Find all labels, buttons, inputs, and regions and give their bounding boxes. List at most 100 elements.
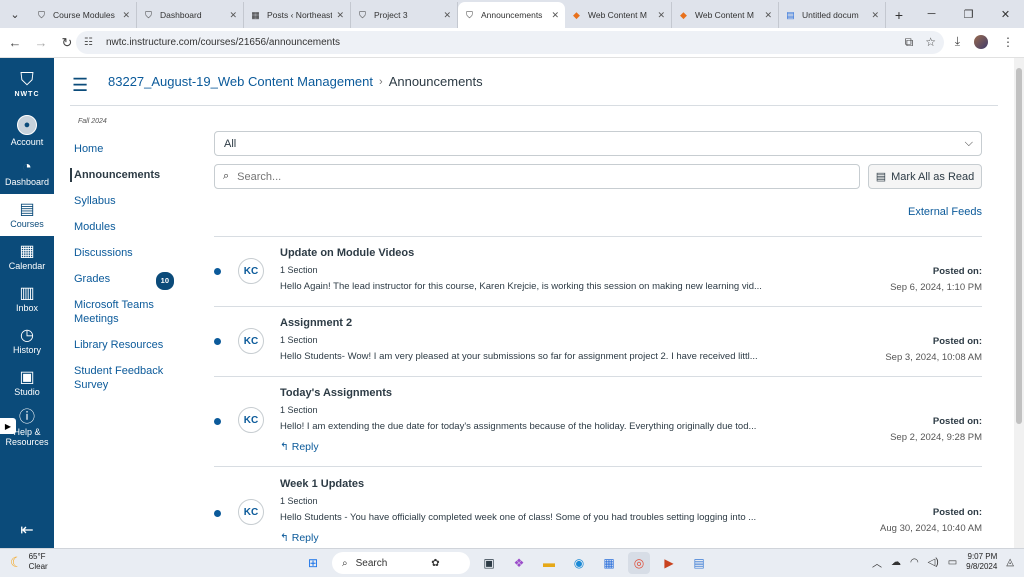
browser-tab-3[interactable]: ⛉ Project 3 ✕ [351,2,458,28]
announcement-row[interactable]: KC Today's Assignments 1 Section Hello! … [214,387,982,465]
canvas-icon: ⛉ [38,9,45,20]
hamburger-menu-icon[interactable]: ☰ [72,75,90,96]
tab-search-icon[interactable]: ⌄ [0,0,30,28]
author-avatar: KC [238,328,264,354]
profile-avatar[interactable] [974,34,988,49]
url-field[interactable]: ☷ nwtc.instructure.com/courses/21656/ann… [76,31,944,54]
course-nav-modules[interactable]: Modules [70,220,190,234]
notification-bell-icon[interactable]: ◬ [1006,557,1014,568]
menu-kebab-icon[interactable]: ⋮ [1002,35,1014,49]
global-nav-dashboard[interactable]: ◔ Dashboard [0,152,54,194]
course-nav-syllabus[interactable]: Syllabus [70,194,190,208]
windows-start-icon[interactable]: ⊞ [302,552,324,574]
battery-icon[interactable]: ▭ [948,557,957,568]
close-icon[interactable]: ✕ [551,10,559,21]
volume-icon[interactable]: ◁) [928,557,939,568]
announcement-sections: 1 Section [280,335,318,345]
browser-tab-0[interactable]: ⛉ Course Modules ✕ [30,2,137,28]
author-avatar: KC [238,258,264,284]
edge-icon[interactable]: ◉ [568,552,590,574]
close-icon[interactable]: ✕ [871,10,879,21]
page-scrollbar[interactable] [1014,58,1024,548]
close-icon[interactable]: ✕ [336,10,344,21]
taskbar-search[interactable]: ⌕ Search ✿ [332,552,470,574]
course-nav-feedback[interactable]: Student Feedback Survey [70,364,190,392]
chrome-icon[interactable]: ◎ [628,552,650,574]
store-icon[interactable]: ▦ [598,552,620,574]
search-input[interactable] [237,170,798,183]
canvas-icon: ⛉ [359,9,366,20]
course-nav-discussions[interactable]: Discussions [70,246,190,260]
announcement-row[interactable]: KC Assignment 2 1 Section Hello Students… [214,317,982,375]
browser-tab-2[interactable]: ▦ Posts ‹ Northeast ✕ [244,2,351,28]
course-nav-library[interactable]: Library Resources [70,338,190,352]
list-divider [214,306,982,307]
browser-tab-6[interactable]: ◆ Web Content M ✕ [672,2,779,28]
browser-tab-4[interactable]: ⛉ Announcements ✕ [458,2,565,28]
global-nav-inbox[interactable]: ▥ Inbox [0,278,54,320]
back-icon[interactable]: ← [2,30,28,56]
bookmark-star-icon[interactable]: ☆ [925,35,936,50]
announcement-row[interactable]: KC Update on Module Videos 1 Section Hel… [214,247,982,305]
announcement-title[interactable]: Week 1 Updates [280,478,364,490]
close-icon[interactable]: ✕ [229,10,237,21]
announcement-title[interactable]: Today's Assignments [280,387,392,399]
announcement-message: Hello Students- Wow! I am very pleased a… [280,351,758,362]
announcement-title[interactable]: Update on Module Videos [280,247,414,259]
course-nav-announcements[interactable]: Announcements [70,168,190,182]
wifi-icon[interactable]: ◠ [910,557,919,568]
install-icon[interactable]: ⧉ [905,35,914,50]
unread-dot-icon [214,338,221,345]
file-explorer-icon[interactable]: ▬ [538,552,560,574]
author-avatar: KC [238,499,264,525]
courses-icon: ▤ [19,201,35,218]
browser-tab-1[interactable]: ⛉ Dashboard ✕ [137,2,244,28]
close-icon[interactable]: ✕ [764,10,772,21]
site-info-icon[interactable]: ☷ [84,37,98,48]
collapse-nav-icon[interactable]: ⇤ [0,520,54,540]
weather-widget[interactable]: ☾ 65°F Clear [10,552,48,572]
copilot-icon[interactable]: ❖ [508,552,530,574]
new-tab-button[interactable]: + [886,2,912,28]
external-feeds-link[interactable]: External Feeds [908,206,982,218]
mark-all-read-button[interactable]: ▤ Mark All as Read [868,164,982,189]
announcement-sections: 1 Section [280,265,318,275]
close-icon[interactable]: ✕ [122,10,130,21]
global-nav-courses[interactable]: ▤ Courses [0,194,54,236]
course-nav-home[interactable]: Home [70,142,190,156]
download-icon[interactable]: ⤓ [955,34,960,49]
forward-icon[interactable]: → [28,30,54,56]
onedrive-icon[interactable]: ☁ [891,557,901,568]
announcement-title[interactable]: Assignment 2 [280,317,352,329]
search-field[interactable]: ⌕ [214,164,860,189]
announcement-filter-select[interactable]: All ⌵ [214,131,982,156]
reply-link[interactable]: ↰ Reply [280,441,319,453]
history-icon: ◷ [20,327,34,344]
global-nav-history[interactable]: ◷ History [0,320,54,362]
powerpoint-icon[interactable]: ▶ [658,552,680,574]
clock[interactable]: 9:07 PM 9/8/2024 [966,552,997,572]
global-nav-account[interactable]: ● Account [0,110,54,152]
nwtc-logo[interactable]: ⛉ NWTC [0,58,54,110]
course-nav-grades[interactable]: Grades 10 [70,272,190,290]
minimize-icon[interactable]: ─ [913,0,950,28]
notepad-icon[interactable]: ▤ [688,552,710,574]
wordpress-icon: ▦ [251,9,260,20]
breadcrumb-course-link[interactable]: 83227_August-19_Web Content Management [108,74,373,89]
course-nav-teams[interactable]: Microsoft Teams Meetings [70,298,190,326]
browser-tab-5[interactable]: ◆ Web Content M ✕ [565,2,672,28]
close-icon[interactable]: ✕ [657,10,665,21]
reply-link[interactable]: ↰ Reply [280,532,319,544]
browser-tab-7[interactable]: ▤ Untitled docum ✕ [779,2,886,28]
list-divider [214,236,982,237]
announcement-row[interactable]: KC Week 1 Updates 1 Section Hello Studen… [214,478,982,548]
global-nav-studio[interactable]: ▣ Studio [0,362,54,404]
task-view-icon[interactable]: ▣ [478,552,500,574]
close-window-icon[interactable]: ✕ [987,0,1024,28]
chevron-up-icon[interactable]: ︿ [872,555,882,570]
close-icon[interactable]: ✕ [443,10,451,21]
play-icon[interactable]: ▶ [0,418,16,434]
global-nav-calendar[interactable]: ▦ Calendar [0,236,54,278]
scrollbar-thumb[interactable] [1016,68,1022,424]
restore-icon[interactable]: ❐ [950,0,987,28]
